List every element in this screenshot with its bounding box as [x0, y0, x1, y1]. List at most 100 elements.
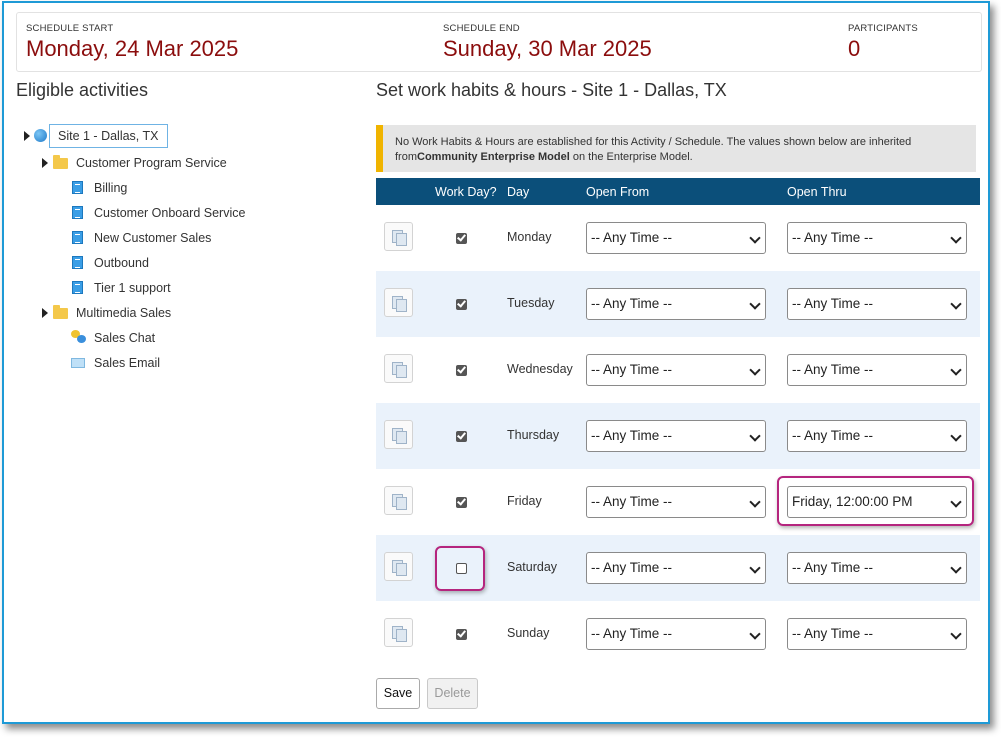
tree-node-label[interactable]: Outbound [94, 253, 149, 273]
participants-label: PARTICIPANTS [848, 23, 918, 34]
table-row: Thursday -- Any Time -- -- Any Time -- [376, 403, 980, 469]
open-from-select[interactable]: -- Any Time -- [586, 354, 766, 386]
day-label: Thursday [507, 428, 560, 442]
table-row: Tuesday -- Any Time -- -- Any Time -- [376, 271, 980, 337]
copy-button[interactable] [384, 618, 413, 647]
chevron-down-icon [950, 562, 962, 574]
select-value: -- Any Time -- [792, 362, 874, 377]
copy-button[interactable] [384, 552, 413, 581]
open-thru-select[interactable]: -- Any Time -- [787, 552, 967, 584]
copy-button[interactable] [384, 222, 413, 251]
activity-icon [72, 206, 83, 219]
select-value: -- Any Time -- [792, 560, 874, 575]
column-work-day: Work Day? [435, 185, 497, 199]
schedule-end: SCHEDULE END Sunday, 30 Mar 2025 [443, 23, 652, 62]
participants-value: 0 [848, 36, 861, 61]
copy-button[interactable] [384, 420, 413, 449]
chevron-down-icon [950, 232, 962, 244]
table-row: Wednesday -- Any Time -- -- Any Time -- [376, 337, 980, 403]
open-from-select[interactable]: -- Any Time -- [586, 288, 766, 320]
open-thru-select[interactable]: -- Any Time -- [787, 288, 967, 320]
open-from-select[interactable]: -- Any Time -- [586, 420, 766, 452]
table-row: Saturday -- Any Time -- -- Any Time -- [376, 535, 980, 601]
open-thru-select[interactable]: Friday, 12:00:00 PM [787, 486, 967, 518]
tree-node-label[interactable]: Tier 1 support [94, 278, 171, 298]
chevron-down-icon [749, 364, 761, 376]
tree-node-label[interactable]: Sales Email [94, 353, 160, 373]
delete-button[interactable]: Delete [427, 678, 478, 709]
expand-caret-icon[interactable] [42, 308, 48, 318]
open-from-select[interactable]: -- Any Time -- [586, 222, 766, 254]
work-day-checkbox[interactable] [456, 497, 467, 508]
open-from-select[interactable]: -- Any Time -- [586, 552, 766, 584]
tree-node-label[interactable]: Multimedia Sales [76, 303, 171, 323]
schedule-end-value: Sunday, 30 Mar 2025 [443, 36, 652, 61]
chevron-down-icon [950, 496, 962, 508]
work-hours-table: Work Day? Day Open From Open Thru Monday… [376, 178, 980, 667]
open-from-select[interactable]: -- Any Time -- [586, 486, 766, 518]
chevron-down-icon [749, 628, 761, 640]
activity-icon [72, 281, 83, 294]
work-day-checkbox[interactable] [456, 431, 467, 442]
work-day-checkbox[interactable] [456, 365, 467, 376]
work-day-checkbox[interactable] [456, 629, 467, 640]
select-value: -- Any Time -- [591, 626, 673, 641]
table-row: Sunday -- Any Time -- -- Any Time -- [376, 601, 980, 667]
save-button[interactable]: Save [376, 678, 420, 709]
chevron-down-icon [950, 364, 962, 376]
email-icon [71, 358, 85, 368]
table-row: Monday -- Any Time -- -- Any Time -- [376, 205, 980, 271]
expand-caret-icon[interactable] [42, 158, 48, 168]
day-label: Wednesday [507, 362, 573, 376]
select-value: -- Any Time -- [792, 626, 874, 641]
day-label: Friday [507, 494, 542, 508]
work-habits-title: Set work habits & hours - Site 1 - Dalla… [376, 80, 727, 100]
select-value: -- Any Time -- [591, 362, 673, 377]
tree-node-label[interactable]: Sales Chat [94, 328, 155, 348]
open-thru-select[interactable]: -- Any Time -- [787, 354, 967, 386]
copy-button[interactable] [384, 288, 413, 317]
schedule-header: SCHEDULE START Monday, 24 Mar 2025 SCHED… [16, 12, 982, 72]
inheritance-notice: No Work Habits & Hours are established f… [376, 125, 976, 172]
open-from-select[interactable]: -- Any Time -- [586, 618, 766, 650]
select-value: -- Any Time -- [591, 560, 673, 575]
chevron-down-icon [749, 298, 761, 310]
work-day-checkbox[interactable] [456, 563, 467, 574]
select-value: Friday, 12:00:00 PM [792, 494, 913, 509]
chevron-down-icon [749, 232, 761, 244]
select-value: -- Any Time -- [792, 428, 874, 443]
day-label: Monday [507, 230, 552, 244]
folder-icon [53, 155, 68, 169]
tree-node-label[interactable]: New Customer Sales [94, 228, 211, 248]
column-open-thru: Open Thru [787, 185, 847, 199]
activity-icon [72, 231, 83, 244]
select-value: -- Any Time -- [792, 230, 874, 245]
chevron-down-icon [950, 628, 962, 640]
column-day: Day [507, 185, 530, 199]
chevron-down-icon [950, 430, 962, 442]
day-label: Sunday [507, 626, 550, 640]
globe-icon [34, 129, 47, 142]
schedule-start-label: SCHEDULE START [26, 23, 114, 34]
tree-node-label[interactable]: Site 1 - Dallas, TX [49, 124, 168, 148]
day-label: Saturday [507, 560, 558, 574]
open-thru-select[interactable]: -- Any Time -- [787, 420, 967, 452]
activity-icon [72, 256, 83, 269]
expand-caret-icon[interactable] [24, 131, 30, 141]
chevron-down-icon [950, 298, 962, 310]
table-header: Work Day? Day Open From Open Thru [376, 178, 980, 205]
open-thru-select[interactable]: -- Any Time -- [787, 618, 967, 650]
select-value: -- Any Time -- [792, 296, 874, 311]
tree-node-label[interactable]: Customer Program Service [76, 153, 227, 173]
copy-button[interactable] [384, 486, 413, 515]
open-thru-select[interactable]: -- Any Time -- [787, 222, 967, 254]
work-day-checkbox[interactable] [456, 233, 467, 244]
tree-node-label[interactable]: Billing [94, 178, 127, 198]
tree-node-label[interactable]: Customer Onboard Service [94, 203, 245, 223]
eligible-activities-title: Eligible activities [16, 80, 149, 100]
schedule-start-value: Monday, 24 Mar 2025 [26, 36, 239, 61]
work-day-checkbox[interactable] [456, 299, 467, 310]
chevron-down-icon [749, 562, 761, 574]
folder-icon [53, 305, 68, 319]
copy-button[interactable] [384, 354, 413, 383]
